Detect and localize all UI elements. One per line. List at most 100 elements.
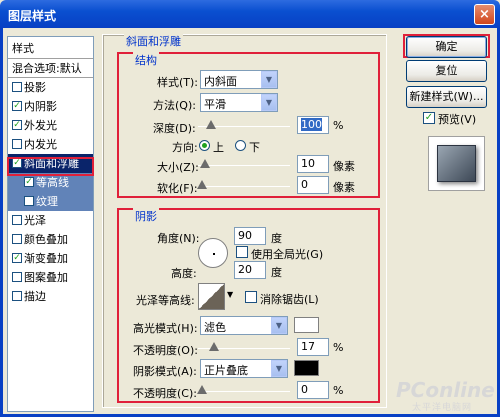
styles-header[interactable]: 样式 <box>8 37 93 59</box>
style-item[interactable]: 投影 <box>8 78 93 97</box>
ok-button[interactable]: 确定 <box>406 36 487 58</box>
style-value: 内斜面 <box>204 75 237 88</box>
slider-thumb[interactable] <box>209 342 219 351</box>
highlight-color-swatch[interactable] <box>294 317 319 333</box>
highlight-mode-label: 高光模式(H): <box>133 322 198 335</box>
style-item[interactable]: ✓ 渐变叠加 <box>8 249 93 268</box>
size-input[interactable]: 10 <box>297 155 329 173</box>
style-item[interactable]: 图案叠加 <box>8 268 93 287</box>
gloss-contour-picker[interactable] <box>198 283 225 310</box>
shadow-mode-select[interactable]: 正片叠底 ▼ <box>200 359 288 378</box>
style-item[interactable]: 纹理 <box>8 192 93 211</box>
depth-value: 100 <box>301 118 322 131</box>
slider-thumb[interactable] <box>197 385 207 394</box>
style-checkbox[interactable] <box>24 196 34 206</box>
style-checkbox[interactable]: ✓ <box>12 253 22 263</box>
shadow-opacity-input[interactable]: 0 <box>297 381 329 399</box>
size-unit: 像素 <box>333 160 355 173</box>
direction-down-label: 下 <box>249 141 260 154</box>
highlight-opacity-label: 不透明度(O): <box>133 344 198 357</box>
technique-value: 平滑 <box>204 98 226 111</box>
slider-thumb[interactable] <box>200 159 210 168</box>
slider-thumb[interactable] <box>197 180 207 189</box>
gloss-contour-label: 光泽等高线: <box>136 294 195 307</box>
shadow-mode-label: 阴影模式(A): <box>133 365 197 378</box>
preview-checkbox[interactable]: ✓ <box>423 112 435 124</box>
depth-slider[interactable] <box>198 120 290 129</box>
window-title: 图层样式 <box>8 9 57 23</box>
angle-value: 90 <box>238 229 252 242</box>
shadow-color-swatch[interactable] <box>294 360 319 376</box>
antialias-label: 消除锯齿(L) <box>260 293 319 306</box>
style-item-label: 颜色叠加 <box>24 233 68 246</box>
style-checkbox[interactable] <box>12 215 22 225</box>
slider-thumb[interactable] <box>206 120 216 129</box>
style-item-label: 等高线 <box>36 176 69 189</box>
style-checkbox[interactable] <box>12 82 22 92</box>
reset-button[interactable]: 复位 <box>406 60 487 82</box>
shadow-opacity-slider[interactable] <box>197 385 290 394</box>
direction-down-radio[interactable] <box>235 140 246 151</box>
style-select[interactable]: 内斜面 ▼ <box>200 70 278 89</box>
soften-slider[interactable] <box>197 180 290 189</box>
style-checkbox[interactable]: ✓ <box>24 177 34 187</box>
chevron-down-icon: ▼ <box>271 360 287 377</box>
watermark-brand: PConline <box>396 378 495 402</box>
highlight-opacity-slider[interactable] <box>198 342 290 351</box>
chevron-down-icon: ▼ <box>261 71 277 88</box>
style-checkbox[interactable] <box>12 234 22 244</box>
depth-unit: % <box>333 119 344 132</box>
style-item[interactable]: ✓ 内阴影 <box>8 97 93 116</box>
style-item-label: 图案叠加 <box>24 271 68 284</box>
blend-options-item[interactable]: 混合选项:默认 <box>8 59 93 78</box>
style-item[interactable]: 内发光 <box>8 135 93 154</box>
direction-up-radio[interactable] <box>199 140 210 151</box>
technique-label: 方法(Q): <box>153 99 196 112</box>
style-checkbox[interactable] <box>12 291 22 301</box>
style-item[interactable]: ✓ 外发光 <box>8 116 93 135</box>
direction-label: 方向: <box>172 141 198 154</box>
style-item-label: 描边 <box>24 290 46 303</box>
style-item-label: 光泽 <box>24 214 46 227</box>
style-checkbox[interactable]: ✓ <box>12 101 22 111</box>
close-button[interactable]: × <box>474 4 495 25</box>
altitude-unit: 度 <box>271 266 282 279</box>
shadow-opacity-value: 0 <box>301 383 308 396</box>
technique-select[interactable]: 平滑 ▼ <box>200 93 278 112</box>
depth-input[interactable]: 100 <box>297 116 329 134</box>
style-item[interactable]: 描边 <box>8 287 93 306</box>
highlight-mode-value: 滤色 <box>204 321 226 334</box>
style-checkbox[interactable] <box>12 139 22 149</box>
size-label: 大小(Z): <box>157 161 199 174</box>
highlight-mode-select[interactable]: 滤色 ▼ <box>200 316 288 335</box>
style-checkbox[interactable]: ✓ <box>12 120 22 130</box>
antialias-checkbox[interactable] <box>245 291 257 303</box>
chevron-down-icon: ▼ <box>261 94 277 111</box>
shading-title: 阴影 <box>133 208 159 224</box>
global-light-checkbox[interactable] <box>236 246 248 258</box>
angle-dial[interactable] <box>198 238 228 268</box>
highlight-opacity-unit: % <box>333 341 344 354</box>
angle-input[interactable]: 90 <box>234 227 266 245</box>
size-slider[interactable] <box>198 159 290 168</box>
style-item-label: 内发光 <box>24 138 57 151</box>
style-item[interactable]: 光泽 <box>8 211 93 230</box>
chevron-down-icon: ▼ <box>271 317 287 334</box>
soften-label: 软化(F): <box>157 182 198 195</box>
style-item[interactable]: 颜色叠加 <box>8 230 93 249</box>
altitude-value: 20 <box>238 263 252 276</box>
altitude-input[interactable]: 20 <box>234 261 266 279</box>
preview-swatch <box>437 145 476 182</box>
selected-style-highlight <box>7 157 94 176</box>
chevron-down-icon[interactable]: ▼ <box>227 290 233 299</box>
shadow-mode-value: 正片叠底 <box>204 364 248 377</box>
style-item-label: 内阴影 <box>24 100 57 113</box>
size-value: 10 <box>301 157 315 170</box>
soften-value: 0 <box>301 178 308 191</box>
direction-up-label: 上 <box>213 141 224 154</box>
styles-list: 样式 混合选项:默认 投影 ✓ 内阴影 ✓ 外发光 内发光 ✓ 斜面和浮雕 ✓ 等高线 纹理 光泽 颜色… <box>7 36 94 412</box>
soften-input[interactable]: 0 <box>297 176 329 194</box>
style-checkbox[interactable] <box>12 272 22 282</box>
new-style-button[interactable]: 新建样式(W)... <box>406 86 487 108</box>
highlight-opacity-input[interactable]: 17 <box>297 338 329 356</box>
